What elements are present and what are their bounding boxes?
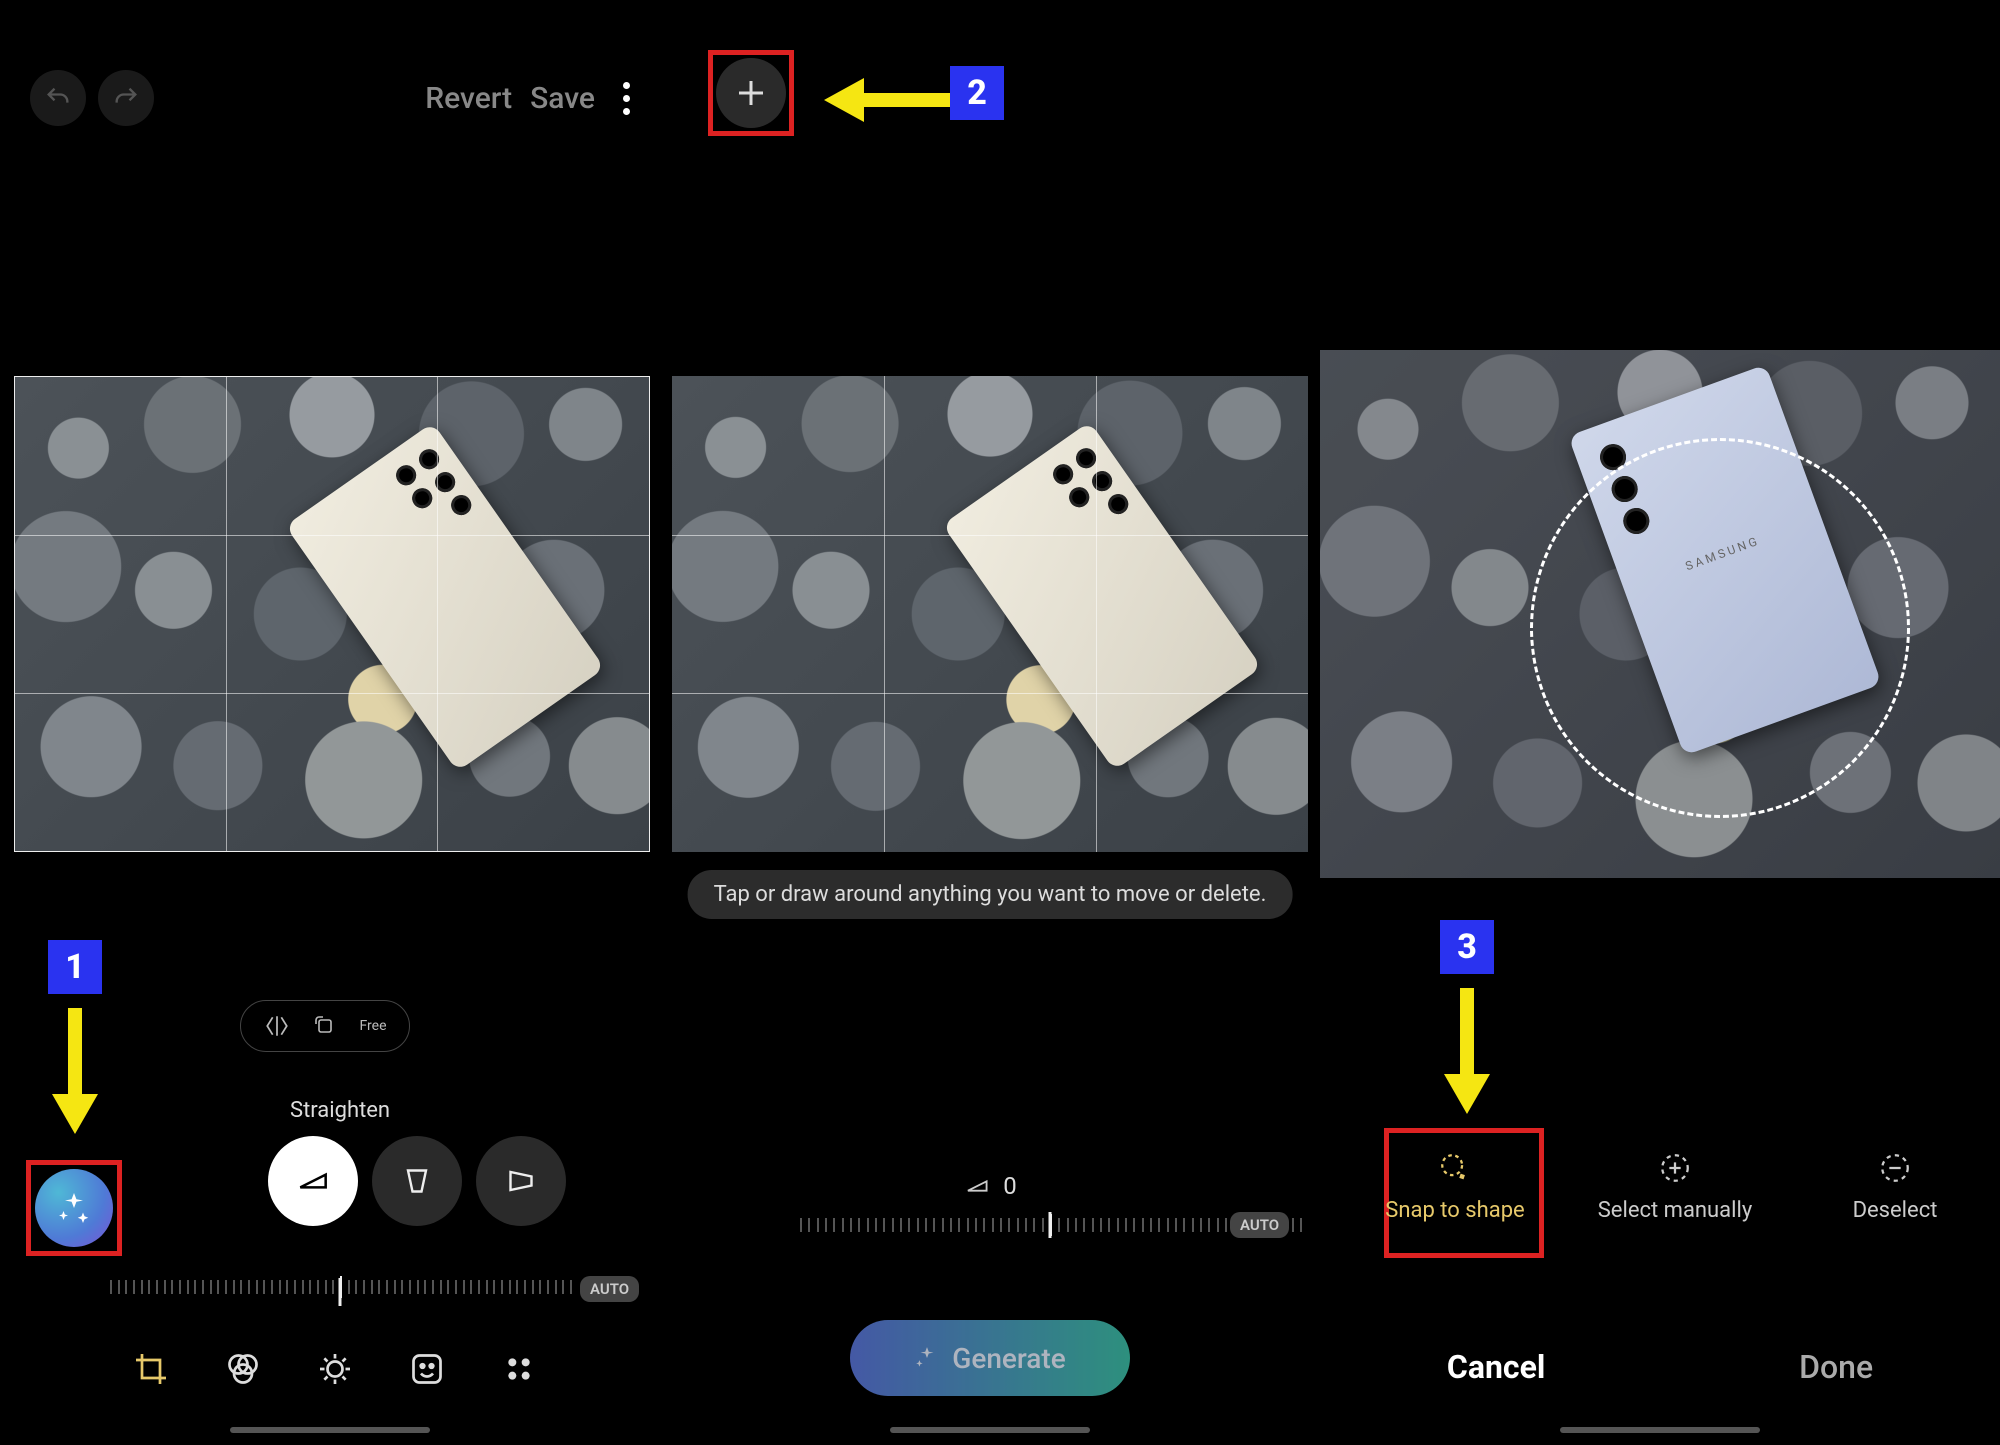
deselect-label: Deselect xyxy=(1853,1198,1938,1223)
straighten-value-row: 0 xyxy=(963,1172,1017,1200)
auto-straighten-button[interactable]: AUTO xyxy=(580,1276,639,1302)
cancel-button[interactable]: Cancel xyxy=(1447,1348,1545,1386)
panel-generative-edit: Tap or draw around anything you want to … xyxy=(660,0,1320,1445)
tab-more-icon[interactable] xyxy=(498,1348,540,1390)
tab-filters-icon[interactable] xyxy=(222,1348,264,1390)
annotation-arrow-2 xyxy=(820,72,950,128)
annotation-step-1: 1 xyxy=(48,940,102,994)
tab-stickers-icon[interactable] xyxy=(406,1348,448,1390)
perspective-horizontal-button[interactable] xyxy=(372,1136,462,1226)
annotation-highlight-1 xyxy=(26,1160,122,1256)
straighten-slider[interactable] xyxy=(110,1272,570,1312)
gesture-nav-bar xyxy=(230,1427,430,1433)
hint-banner: Tap or draw around anything you want to … xyxy=(688,870,1293,919)
crop-canvas[interactable] xyxy=(14,376,650,852)
auto-straighten-button[interactable]: AUTO xyxy=(1230,1212,1289,1238)
save-button[interactable]: Save xyxy=(530,81,595,116)
annotation-arrow-3 xyxy=(1434,988,1500,1118)
done-button[interactable]: Done xyxy=(1799,1348,1873,1386)
tab-adjust-icon[interactable] xyxy=(314,1348,356,1390)
perspective-tool-row xyxy=(268,1136,566,1226)
snap-to-shape-button[interactable]: Snap to shape xyxy=(1370,1150,1540,1223)
straighten-icon xyxy=(963,1172,991,1200)
generative-canvas[interactable] xyxy=(672,376,1308,852)
straighten-slider[interactable] xyxy=(800,1210,1300,1240)
generate-label: Generate xyxy=(952,1342,1065,1375)
straighten-tool-button[interactable] xyxy=(268,1136,358,1226)
selection-marquee[interactable] xyxy=(1530,438,1910,818)
generate-button[interactable]: Generate xyxy=(850,1320,1130,1396)
deselect-button[interactable]: Deselect xyxy=(1810,1150,1980,1223)
snap-to-shape-label: Snap to shape xyxy=(1385,1198,1524,1223)
flip-horizontal-button[interactable] xyxy=(253,1009,301,1043)
add-object-button[interactable] xyxy=(716,58,786,128)
revert-button[interactable]: Revert xyxy=(425,81,512,116)
tool-label-straighten: Straighten xyxy=(290,1098,390,1123)
perspective-vertical-button[interactable] xyxy=(476,1136,566,1226)
gesture-nav-bar xyxy=(1560,1427,1760,1433)
cancel-done-row: Cancel Done xyxy=(1320,1348,2000,1386)
panel-editor-crop: Revert Save Free Straighten xyxy=(0,0,660,1445)
editor-tab-bar xyxy=(130,1348,540,1390)
selection-mode-row: Snap to shape Select manually Deselect xyxy=(1370,1150,1980,1223)
annotation-highlight-2 xyxy=(708,50,794,136)
straighten-value: 0 xyxy=(1003,1172,1017,1200)
redo-button[interactable] xyxy=(98,70,154,126)
select-manually-label: Select manually xyxy=(1598,1198,1753,1223)
generative-edit-button-wrap xyxy=(26,1160,122,1256)
panel-selection-mode: SAMSUNG Snap to shape Select manually De… xyxy=(1320,0,2000,1445)
snap-to-shape-icon xyxy=(1437,1150,1473,1186)
annotation-step-3: 3 xyxy=(1440,920,1494,974)
select-manually-button[interactable]: Select manually xyxy=(1590,1150,1760,1223)
select-manually-icon xyxy=(1657,1150,1693,1186)
rotate-button[interactable] xyxy=(301,1009,349,1043)
tab-crop-icon[interactable] xyxy=(130,1348,172,1390)
top-toolbar: Revert Save xyxy=(0,58,660,138)
more-options-button[interactable] xyxy=(623,82,630,115)
deselect-icon xyxy=(1877,1150,1913,1186)
generative-edit-button[interactable] xyxy=(35,1169,113,1247)
gesture-nav-bar xyxy=(890,1427,1090,1433)
aspect-ratio-pill-group: Free xyxy=(240,1000,410,1052)
annotation-step-2: 2 xyxy=(950,66,1004,120)
annotation-arrow-1 xyxy=(42,1008,108,1138)
aspect-free-button[interactable]: Free xyxy=(349,1009,397,1043)
selection-canvas[interactable]: SAMSUNG xyxy=(1320,350,2000,878)
undo-button[interactable] xyxy=(30,70,86,126)
